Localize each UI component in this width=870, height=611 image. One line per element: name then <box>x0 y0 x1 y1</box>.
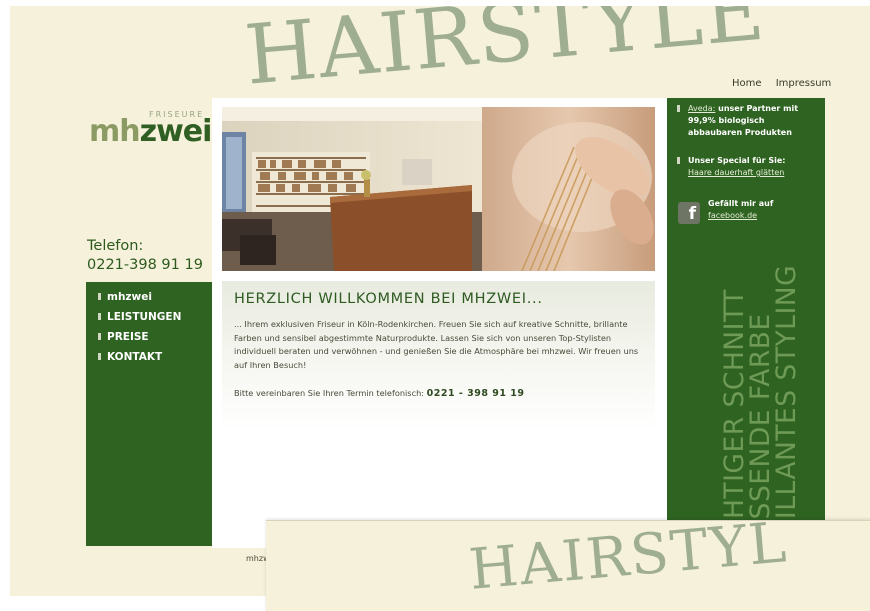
special-link[interactable]: Haare dauerhaft glätten <box>688 168 784 177</box>
aveda-link[interactable]: Aveda: <box>688 104 715 113</box>
nav-item-label: LEISTUNGEN <box>107 311 182 323</box>
main-content: HERZLICH WILLKOMMEN BEI MHZWEI... ... Ih… <box>212 98 667 548</box>
nav-item-mhzwei[interactable]: mhzwei <box>98 291 212 303</box>
logo-zwei: zwei <box>139 114 213 149</box>
slogan-vertical: CHTIGER SCHNITT ASSENDE FARBE RILLANTES … <box>719 264 802 538</box>
facebook-block: Gefällt mir auf facebook.de <box>708 198 773 222</box>
top-nav: Home Impressum <box>732 78 842 89</box>
welcome-text: ... Ihrem exklusiven Friseur in Köln-Rod… <box>234 319 639 370</box>
slogan-line: RILLANTES STYLING <box>771 264 802 538</box>
salon-photo <box>222 107 655 271</box>
welcome-section: HERZLICH WILLKOMMEN BEI MHZWEI... ... Ih… <box>222 281 655 431</box>
phone-block: Telefon: 0221-398 91 19 <box>87 237 203 275</box>
hairstyle-banner-title: HAIRSTYLE <box>241 6 770 104</box>
nav-item-label: PREISE <box>107 331 149 343</box>
aveda-item: Aveda: unser Partner mit 99,9% biologisc… <box>677 103 817 139</box>
welcome-heading: HERZLICH WILLKOMMEN BEI MHZWEI... <box>234 291 543 307</box>
main-nav: mhzwei LEISTUNGEN PREISE KONTAKT <box>86 282 212 546</box>
phone-label: Telefon: <box>87 238 144 254</box>
nav-item-leistungen[interactable]: LEISTUNGEN <box>98 311 212 323</box>
page: HAIRSTYLE Home Impressum FRISEURE mhzwei… <box>10 6 870 596</box>
bullet-icon <box>98 313 101 320</box>
logo-mh: mh <box>89 114 141 149</box>
facebook-link[interactable]: facebook.de <box>708 211 757 220</box>
overlay-window: HAIRSTYL <box>266 520 870 611</box>
bullet-icon <box>98 293 101 300</box>
appointment-phone: 0221 - 398 91 19 <box>426 388 525 399</box>
nav-item-label: KONTAKT <box>107 351 163 363</box>
bullet-icon <box>677 157 680 164</box>
salon-hero-image <box>222 107 655 271</box>
bullet-icon <box>98 353 101 360</box>
bullet-icon <box>677 105 680 112</box>
nav-impressum-link[interactable]: Impressum <box>776 78 832 89</box>
special-label: Unser Special für Sie: <box>688 156 786 165</box>
nav-item-preise[interactable]: PREISE <box>98 331 212 343</box>
overlay-hairstyle-title: HAIRSTYL <box>466 520 791 603</box>
nav-item-label: mhzwei <box>107 291 152 303</box>
nav-item-kontakt[interactable]: KONTAKT <box>98 351 212 363</box>
right-sidebar: Aveda: unser Partner mit 99,9% biologisc… <box>667 98 825 546</box>
appointment-line: Bitte vereinbaren Sie Ihren Termin telef… <box>234 388 525 399</box>
logo-wordmark: mhzwei <box>89 114 213 149</box>
special-item: Unser Special für Sie: Haare dauerhaft gl… <box>677 155 817 179</box>
phone-number: 0221-398 91 19 <box>87 257 203 273</box>
facebook-label: Gefällt mir auf <box>708 199 774 208</box>
appointment-text: Bitte vereinbaren Sie Ihren Termin telef… <box>234 388 425 398</box>
bullet-icon <box>98 333 101 340</box>
nav-home-link[interactable]: Home <box>732 78 762 89</box>
facebook-icon[interactable]: f <box>678 202 700 224</box>
